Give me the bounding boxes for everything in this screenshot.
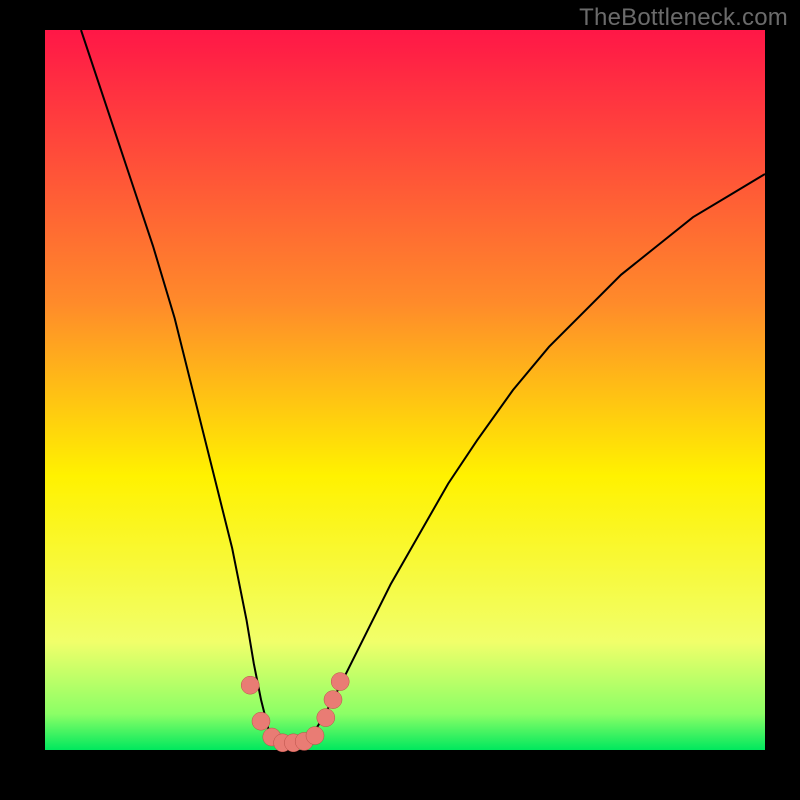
highlight-dot bbox=[252, 712, 270, 730]
highlight-dot bbox=[324, 691, 342, 709]
highlight-dot bbox=[331, 673, 349, 691]
chart-frame: { "watermark": "TheBottleneck.com", "col… bbox=[0, 0, 800, 800]
watermark-text: TheBottleneck.com bbox=[579, 4, 788, 32]
highlight-dot bbox=[241, 676, 259, 694]
highlight-dot bbox=[317, 709, 335, 727]
plot-area bbox=[45, 30, 765, 750]
highlight-dot bbox=[306, 727, 324, 745]
bottleneck-chart bbox=[0, 0, 800, 800]
